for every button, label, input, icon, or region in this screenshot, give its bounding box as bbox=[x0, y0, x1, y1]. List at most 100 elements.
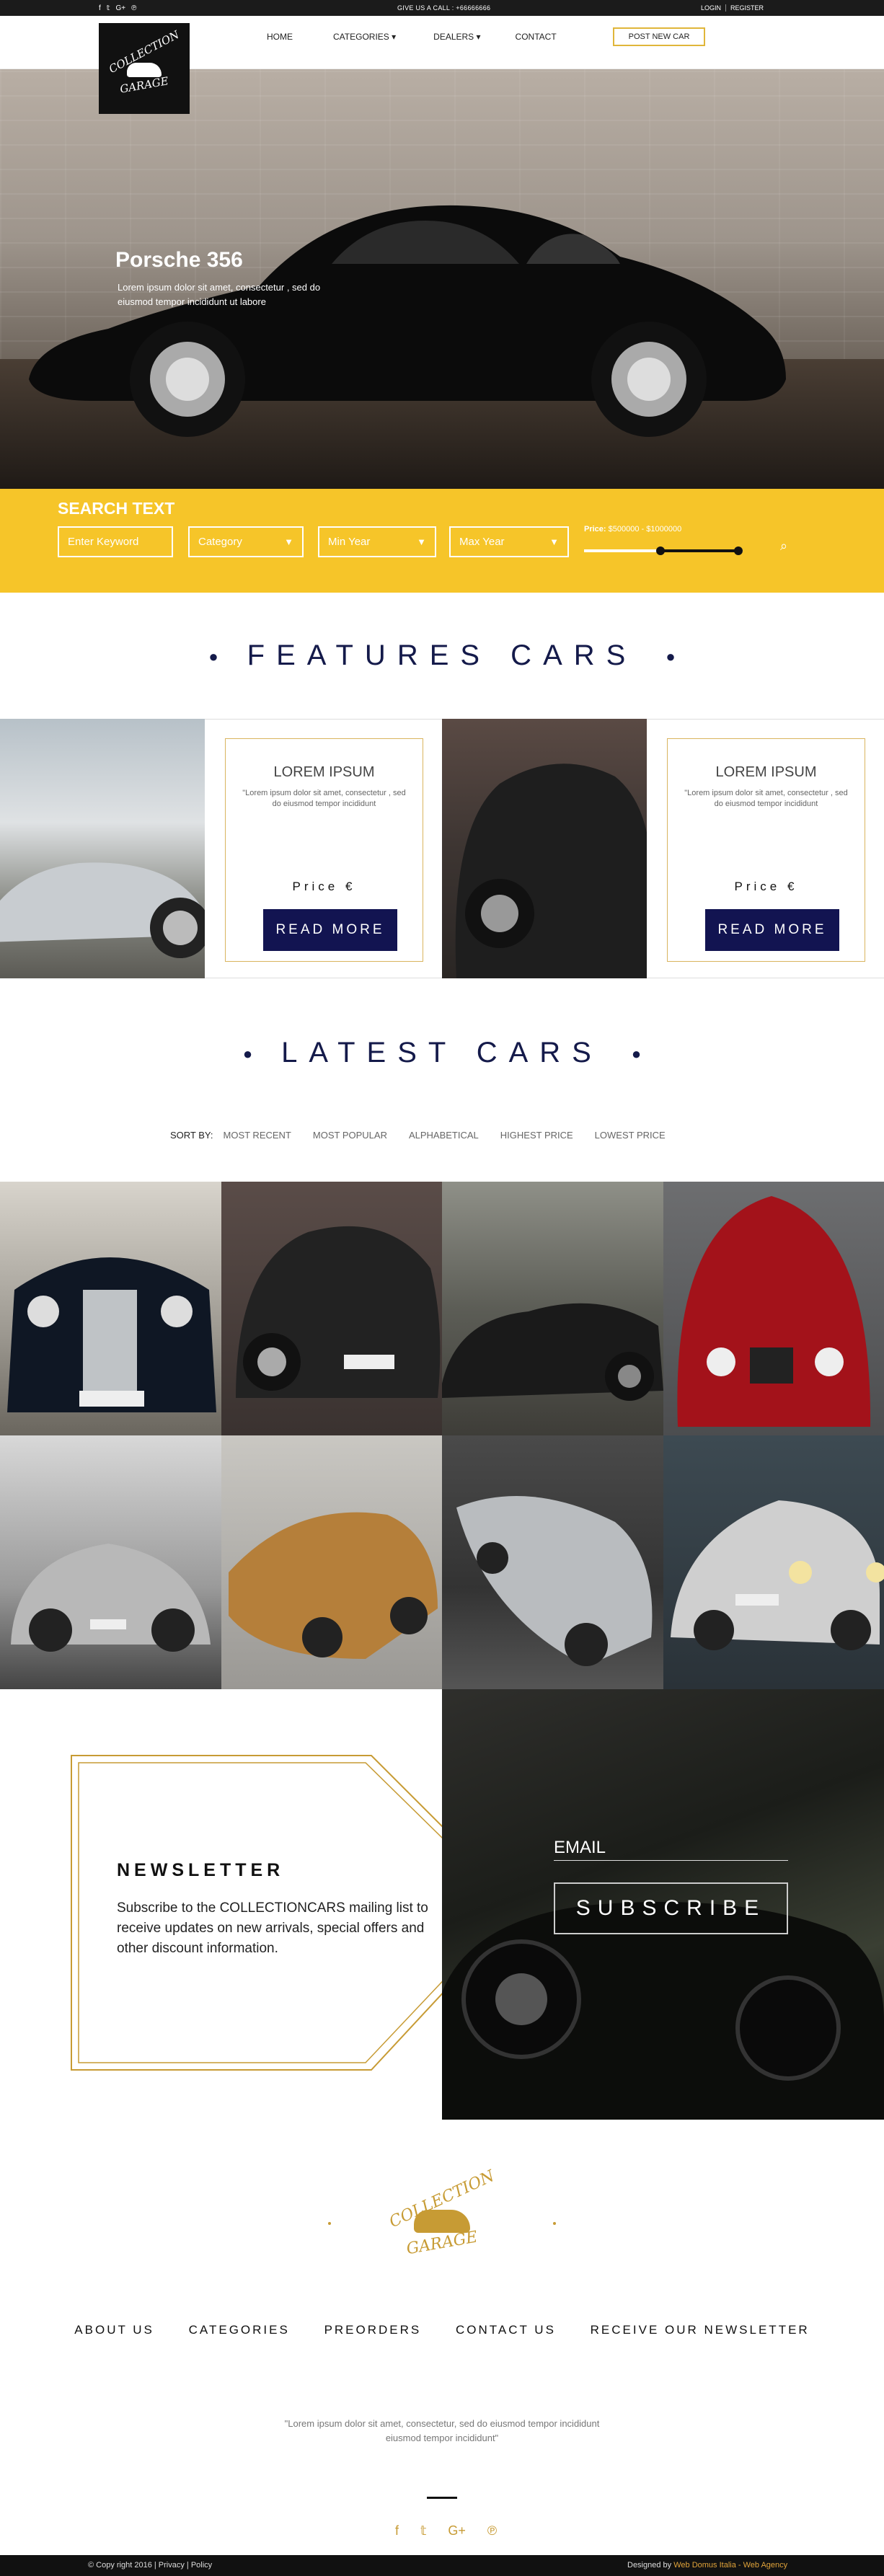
mercedes-gullwing-image bbox=[670, 1500, 884, 1650]
feature-card-frame: LOREM IPSUM "Lorem ipsum dolor sit amet,… bbox=[667, 738, 865, 962]
post-new-car-button[interactable]: POST NEW CAR bbox=[612, 27, 706, 46]
features-title: ● FEATURES CARS ● bbox=[0, 639, 884, 672]
price-slider[interactable] bbox=[584, 546, 743, 555]
search-title: SEARCH TEXT bbox=[58, 499, 175, 518]
sort-lowest-price[interactable]: LOWEST PRICE bbox=[595, 1130, 666, 1141]
latest-title: ● LATEST CARS ● bbox=[0, 1037, 884, 1069]
nav-categories[interactable]: CATEGORIES ▾ bbox=[333, 32, 396, 46]
register-link[interactable]: REGISTER bbox=[730, 4, 764, 12]
footer-dot bbox=[553, 2222, 556, 2225]
footer-nav: ABOUT US CATEGORIES PREORDERS CONTACT US… bbox=[0, 2323, 884, 2337]
title-dot: ● bbox=[208, 647, 218, 666]
footer-quote-text: "Lorem ipsum dolor sit amet, consectetur… bbox=[284, 2418, 600, 2443]
chevron-down-icon: ▼ bbox=[284, 536, 293, 547]
divider bbox=[725, 4, 727, 12]
gallery-car-image[interactable] bbox=[221, 1435, 442, 1689]
read-more-button[interactable]: READ MORE bbox=[705, 909, 839, 951]
logo-line2: GARAGE bbox=[119, 74, 169, 96]
sort-most-recent[interactable]: MOST RECENT bbox=[224, 1130, 291, 1141]
feature-card-title: LOREM IPSUM bbox=[273, 764, 375, 780]
footer-logo[interactable]: COLLECTION GARAGE bbox=[384, 2167, 500, 2274]
google-plus-icon[interactable]: G+ bbox=[448, 2523, 466, 2539]
nav-home[interactable]: HOME bbox=[267, 32, 293, 46]
price-range-value: $500000 - $1000000 bbox=[608, 525, 682, 534]
silver-jaguar-image bbox=[456, 1496, 653, 1666]
facebook-icon[interactable]: f bbox=[99, 4, 101, 12]
latest-cars-gallery bbox=[0, 1182, 884, 1689]
category-label: Category bbox=[198, 536, 242, 548]
max-year-select[interactable]: Max Year ▼ bbox=[449, 526, 569, 557]
feature-card-price: Price € bbox=[734, 880, 798, 893]
copyright: © Copy right 2016 | Privacy | Policy bbox=[88, 2561, 213, 2570]
min-year-select[interactable]: Min Year ▼ bbox=[318, 526, 436, 557]
facebook-icon[interactable]: f bbox=[395, 2523, 399, 2539]
feature-card-title: LOREM IPSUM bbox=[715, 764, 817, 780]
sort-alphabetical[interactable]: ALPHABETICAL bbox=[409, 1130, 479, 1141]
newsletter-signup: EMAIL SUBSCRIBE bbox=[442, 1689, 884, 2120]
designer-link[interactable]: Web Domus Italia - Web Agency bbox=[673, 2561, 787, 2570]
auth-links: LOGIN REGISTER bbox=[701, 4, 764, 12]
twitter-icon[interactable]: 𝕥 bbox=[420, 2523, 426, 2539]
category-select[interactable]: Category ▼ bbox=[188, 526, 304, 557]
newsletter-panel: NEWSLETTER Subscribe to the COLLECTIONCA… bbox=[0, 1689, 524, 2120]
feature-car-image[interactable] bbox=[0, 719, 205, 978]
feature-card-desc: "Lorem ipsum dolor sit amet, consectetur… bbox=[684, 789, 848, 808]
footer-quote: "Lorem ipsum dolor sit amet, consectetur… bbox=[0, 2417, 884, 2446]
login-link[interactable]: LOGIN bbox=[701, 4, 721, 12]
read-more-button[interactable]: READ MORE bbox=[263, 909, 397, 951]
silver-car-image bbox=[0, 862, 205, 958]
chevron-down-icon: ▼ bbox=[417, 536, 426, 547]
search-bar: SEARCH TEXT Enter Keyword Category ▼ Min … bbox=[0, 489, 884, 593]
page: f 𝕥 G+ ℗ GIVE US A CALL : +66666666 LOGI… bbox=[0, 0, 884, 2576]
nav-dealers[interactable]: DEALERS ▾ bbox=[433, 32, 480, 46]
title-dot: ● bbox=[242, 1045, 253, 1063]
min-year-label: Min Year bbox=[328, 536, 371, 548]
footer-newsletter[interactable]: RECEIVE OUR NEWSLETTER bbox=[591, 2323, 810, 2337]
footer-categories[interactable]: CATEGORIES bbox=[189, 2323, 290, 2337]
gallery-car-image[interactable] bbox=[442, 1182, 663, 1435]
gallery-car-image[interactable] bbox=[663, 1435, 884, 1689]
gallery-car-image[interactable] bbox=[221, 1182, 442, 1435]
gallery-car-image[interactable] bbox=[0, 1435, 221, 1689]
pinterest-icon[interactable]: ℗ bbox=[487, 2523, 497, 2539]
google-plus-icon[interactable]: G+ bbox=[115, 4, 125, 12]
keyword-input[interactable]: Enter Keyword bbox=[58, 526, 173, 557]
title-dot: ● bbox=[666, 647, 676, 666]
black-porsche-image bbox=[235, 1226, 440, 1398]
footer-social-links: f 𝕥 G+ ℗ bbox=[395, 2523, 497, 2539]
gallery-car-image[interactable] bbox=[663, 1182, 884, 1435]
feature-card-frame: LOREM IPSUM "Lorem ipsum dolor sit amet,… bbox=[225, 738, 423, 962]
hero-text: Lorem ipsum dolor sit amet, consectetur … bbox=[118, 282, 321, 307]
bottom-bar: © Copy right 2016 | Privacy | Policy Des… bbox=[0, 2555, 884, 2576]
logo[interactable]: COLLECTION GARAGE bbox=[99, 23, 190, 114]
pinterest-icon[interactable]: ℗ bbox=[131, 4, 136, 12]
feature-car-image[interactable] bbox=[442, 719, 647, 978]
footer-contact-us[interactable]: CONTACT US bbox=[456, 2323, 556, 2337]
email-input[interactable] bbox=[554, 1860, 788, 1861]
max-year-label: Max Year bbox=[459, 536, 505, 548]
price-slider-max-handle[interactable] bbox=[734, 546, 743, 555]
sort-highest-price[interactable]: HIGHEST PRICE bbox=[500, 1130, 573, 1141]
price-slider-min-handle[interactable] bbox=[656, 546, 665, 555]
search-icon[interactable]: ⌕ bbox=[780, 539, 787, 554]
hero-title: Porsche 356 bbox=[115, 248, 243, 272]
sort-most-popular[interactable]: MOST POPULAR bbox=[313, 1130, 387, 1141]
nav-contact[interactable]: CONTACT bbox=[516, 32, 557, 46]
feature-card: LOREM IPSUM "Lorem ipsum dolor sit amet,… bbox=[647, 719, 884, 978]
main-nav: COLLECTION GARAGE HOME CATEGORIES ▾ DEAL… bbox=[0, 16, 884, 114]
price-slider-fill bbox=[660, 549, 739, 552]
gallery-car-image[interactable] bbox=[0, 1182, 221, 1435]
email-placeholder: EMAIL bbox=[554, 1838, 606, 1857]
gallery-car-image[interactable] bbox=[442, 1435, 663, 1689]
footer-preorders[interactable]: PREORDERS bbox=[324, 2323, 422, 2337]
features-title-text: FEATURES CARS bbox=[247, 639, 637, 671]
footer-divider bbox=[427, 2497, 457, 2499]
keyword-placeholder: Enter Keyword bbox=[68, 536, 139, 548]
footer-about-us[interactable]: ABOUT US bbox=[74, 2323, 154, 2337]
feature-card: LOREM IPSUM "Lorem ipsum dolor sit amet,… bbox=[205, 719, 442, 978]
twitter-icon[interactable]: 𝕥 bbox=[107, 4, 110, 12]
top-social-links: f 𝕥 G+ ℗ bbox=[99, 4, 136, 12]
chevron-down-icon: ▼ bbox=[549, 536, 559, 547]
subscribe-button[interactable]: SUBSCRIBE bbox=[554, 1882, 788, 1934]
gold-porsche-image bbox=[228, 1512, 438, 1659]
